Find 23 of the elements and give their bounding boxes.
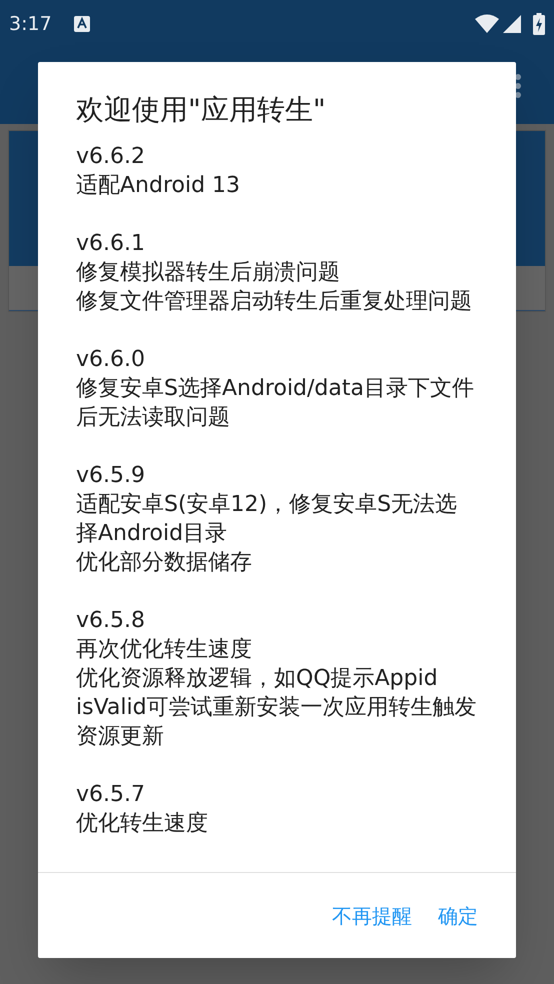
status-time: 3:17 <box>9 12 52 37</box>
changelog-line: 优化转生速度 <box>76 810 209 838</box>
changelog-line: 修复安卓S选择Android/data目录下文件后无法读取问题 <box>76 375 475 432</box>
version-label: v6.6.2 <box>76 143 146 171</box>
changelog-line: 优化部分数据储存 <box>76 549 253 577</box>
wifi-icon <box>475 14 499 34</box>
dialog-button[interactable]: 不再提醒 <box>324 892 420 938</box>
version-label: v6.5.7 <box>76 781 146 809</box>
dialog-button[interactable]: 确定 <box>430 892 486 938</box>
keyboard-icon <box>74 16 90 32</box>
dialog-title: 欢迎使用"应用转生" <box>75 92 327 128</box>
signal-icon <box>503 15 521 33</box>
version-label: v6.5.8 <box>76 607 146 635</box>
version-label: v6.6.0 <box>76 346 146 374</box>
changelog-line: 适配安卓S(安卓12)，修复安卓S无法选择Android目录 <box>76 491 458 548</box>
battery-icon <box>533 13 545 35</box>
changelog-line: 优化资源释放逻辑，如QQ提示Appid isValid可尝试重新安装一次应用转生触发资源更新 <box>76 665 478 751</box>
version-label: v6.6.1 <box>76 230 146 258</box>
changelog-line: 适配Android 13 <box>76 172 242 200</box>
version-label: v6.5.9 <box>76 462 146 490</box>
changelog-line: 修复模拟器转生后崩溃问题 <box>76 259 341 287</box>
changelog-line: 修复文件管理器启动转生后重复处理问题 <box>76 288 473 316</box>
changelog-line: 再次优化转生速度 <box>76 636 253 664</box>
